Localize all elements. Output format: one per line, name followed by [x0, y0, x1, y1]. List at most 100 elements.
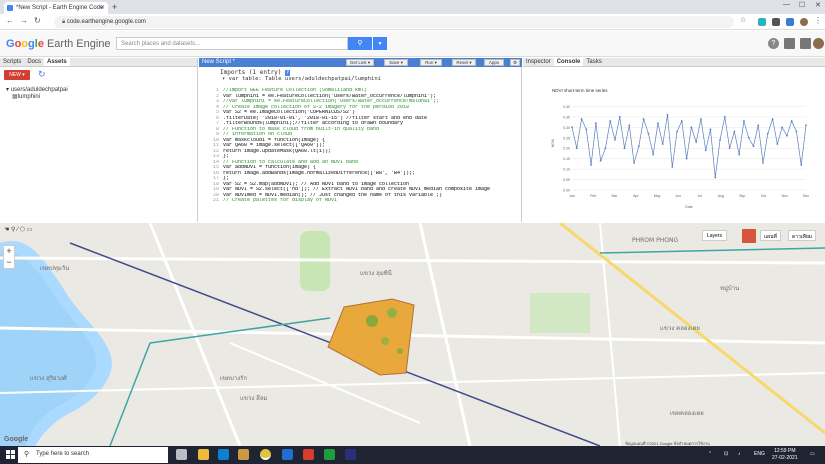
network-icon[interactable]: ⊡	[724, 451, 728, 457]
data-point	[762, 161, 764, 164]
close-tab-icon[interactable]: ✕	[100, 4, 105, 11]
new-tab-button[interactable]: +	[112, 2, 117, 12]
line-icon[interactable]	[324, 449, 335, 460]
store-icon[interactable]	[218, 449, 229, 460]
map-label: หมู่บ้าน	[720, 285, 740, 292]
save-button[interactable]: Save ▾	[384, 59, 408, 66]
code-lines[interactable]: 1//Import GEE Feature Collection (Somali…	[199, 88, 522, 204]
y-tick-label: 0.00	[563, 189, 570, 193]
drawing-tools[interactable]: ☚ ⚲ ⁄ ⬠ ▭	[4, 226, 32, 233]
x-tick-label: Jan	[569, 194, 575, 198]
vegetation-patch	[381, 337, 389, 345]
close-window-icon[interactable]: ✕	[815, 1, 821, 9]
file-explorer-icon[interactable]	[198, 449, 209, 460]
script-title[interactable]: New Script *	[202, 59, 235, 65]
x-tick-label: Feb	[590, 194, 596, 198]
photoshop-icon[interactable]	[345, 449, 356, 460]
reset-button[interactable]: Reset ▾	[452, 59, 476, 66]
url-text: code.earthengine.google.com	[66, 19, 146, 25]
extension-icon[interactable]	[772, 18, 780, 26]
map-label: PHROM PHONG	[632, 237, 679, 244]
feedback-icon[interactable]	[784, 38, 795, 49]
extension-icon[interactable]	[786, 18, 794, 26]
zoom-in-button[interactable]: +	[4, 246, 14, 257]
data-point	[704, 149, 707, 152]
data-point	[757, 124, 760, 127]
data-point	[580, 118, 583, 120]
star-icon[interactable]: ☆	[740, 16, 746, 24]
data-point	[628, 124, 631, 127]
search-button[interactable]: ⚲	[348, 37, 372, 50]
language-indicator[interactable]: ENG	[754, 451, 765, 457]
notification-center-icon[interactable]: ▭	[810, 451, 815, 457]
data-point	[647, 132, 650, 135]
back-icon[interactable]: ←	[6, 16, 14, 25]
forward-icon[interactable]: →	[20, 16, 28, 25]
road-line	[0, 372, 825, 394]
chrome-icon[interactable]	[260, 449, 271, 460]
tab-inspector[interactable]: Inspector	[523, 58, 554, 66]
url-input[interactable]: 🔒︎ code.earthengine.google.com	[54, 16, 734, 28]
search-dropdown-button[interactable]: ▼	[373, 37, 387, 50]
bts-line	[109, 342, 151, 446]
tray-up-icon[interactable]: ⌃	[708, 451, 712, 457]
apps-button[interactable]: Apps	[484, 59, 504, 66]
get-link-button[interactable]: Get Link ▾	[346, 59, 374, 66]
data-point	[738, 153, 741, 156]
layers-button[interactable]: Layers	[702, 230, 728, 241]
x-tick-label: Nov	[782, 194, 788, 198]
layer-color-swatch[interactable]	[742, 229, 756, 243]
data-point	[719, 138, 721, 141]
notifications-icon[interactable]	[800, 38, 811, 49]
y-tick-label: 0.40	[563, 105, 570, 109]
tab-assets[interactable]: Assets	[44, 58, 70, 66]
code-text: // Create palettes for display of NDVI	[223, 198, 338, 203]
asset-table-item[interactable]: ▦lumphini	[12, 93, 40, 100]
data-point	[666, 113, 669, 116]
data-point	[714, 176, 717, 179]
y-tick-label: 0.35	[563, 115, 570, 119]
map-type-button[interactable]: แผนที่	[760, 230, 781, 241]
reload-icon[interactable]: ↻	[34, 16, 41, 25]
acrobat-icon[interactable]	[303, 449, 314, 460]
maximize-icon[interactable]: ☐	[799, 1, 805, 9]
user-avatar[interactable]	[813, 38, 824, 49]
tab-console[interactable]: Console	[553, 58, 584, 66]
search-input[interactable]: Search places and datasets...	[116, 37, 348, 50]
tab-tasks[interactable]: Tasks	[583, 58, 604, 66]
map-label: แขวง สีลม	[240, 395, 268, 402]
tab-scripts[interactable]: Scripts	[0, 58, 24, 66]
task-view-icon[interactable]	[176, 449, 187, 460]
browser-tab-bar	[0, 0, 825, 14]
imports-section[interactable]: Imports (1 entry) ? ▾ var table: Table u…	[220, 69, 381, 82]
asset-folder[interactable]: ▾ users/aduldechpatpai	[6, 86, 68, 93]
word-icon[interactable]	[282, 449, 293, 460]
help-icon[interactable]: ?	[768, 38, 779, 49]
new-asset-button[interactable]: NEW ▾	[4, 70, 30, 80]
y-tick-label: 0.15	[563, 157, 570, 161]
tab-docs[interactable]: Docs	[24, 58, 44, 66]
taskbar-search-input[interactable]: ⚲ Type here to search	[18, 447, 168, 463]
browser-tab[interactable]: *New Script - Earth Engine Code ✕	[4, 2, 108, 14]
profile-avatar[interactable]	[800, 18, 808, 26]
data-point	[599, 159, 602, 162]
browser-menu-icon[interactable]: ⋮	[814, 16, 822, 25]
folder-icon[interactable]	[238, 449, 249, 460]
satellite-type-button[interactable]: ดาวเทียม	[788, 230, 817, 241]
park-shape	[530, 293, 590, 333]
refresh-icon[interactable]: ↻	[38, 69, 46, 80]
data-point	[776, 143, 779, 145]
extension-icon[interactable]	[758, 18, 766, 26]
map-view[interactable]: แขวง ลุมพินี PHROM PHONG เขตปทุมวัน แขวง…	[0, 223, 825, 446]
minimize-icon[interactable]: —	[783, 1, 790, 8]
vegetation-patch	[366, 315, 378, 327]
volume-icon[interactable]: ♪	[738, 451, 741, 457]
x-tick-label: Jun	[676, 194, 682, 198]
windows-start-icon[interactable]	[6, 450, 15, 459]
run-button[interactable]: Run ▾	[420, 59, 442, 66]
data-point	[709, 128, 712, 131]
code-line[interactable]: 21 // Create palettes for display of NDVI	[199, 198, 522, 204]
settings-gear-icon[interactable]: ⚙	[510, 59, 520, 66]
taskbar-clock[interactable]: 12:59 PM 27-02-2021	[772, 448, 798, 462]
zoom-out-button[interactable]: −	[4, 257, 14, 268]
